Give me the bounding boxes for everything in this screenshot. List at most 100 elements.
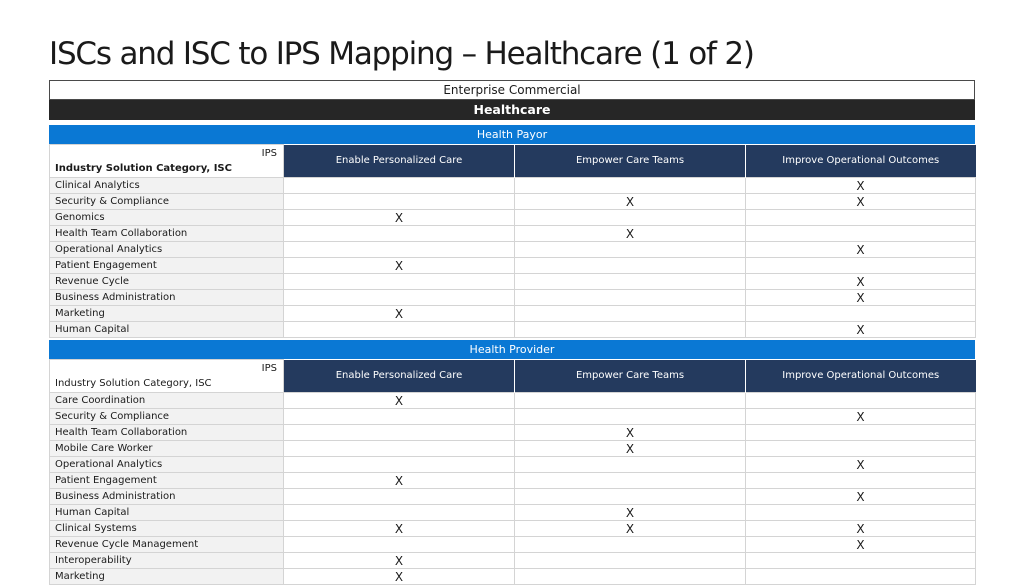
mapping-cell (514, 488, 746, 505)
mapping-cell (745, 209, 976, 226)
column-header: Enable Personalized Care (283, 359, 515, 393)
mapping-cell: X (514, 424, 746, 441)
mapping-cell (514, 552, 746, 569)
isc-row-label: Mobile Care Worker (49, 440, 284, 457)
table-row: Human Capital X (49, 504, 976, 521)
mapping-cell (745, 504, 976, 521)
isc-row-label: Marketing (49, 305, 284, 322)
table-row: Marketing X (49, 305, 976, 322)
column-header: Empower Care Teams (514, 359, 746, 393)
mapping-cell: X (745, 289, 976, 306)
mapping-cell (745, 392, 976, 409)
mapping-cell (745, 552, 976, 569)
mapping-cell: X (514, 440, 746, 457)
mapping-cell: X (283, 520, 515, 537)
isc-row-label: Security & Compliance (49, 408, 284, 425)
table-row: Clinical Systems X X X (49, 520, 976, 537)
isc-row-label: Health Team Collaboration (49, 225, 284, 242)
mapping-cell (283, 424, 515, 441)
column-header: Improve Operational Outcomes (745, 144, 976, 178)
page-title: ISCs and ISC to IPS Mapping – Healthcare… (49, 36, 755, 72)
table-row: Genomics X (49, 209, 976, 226)
mapping-cell: X (745, 456, 976, 473)
mapping-cell: X (283, 568, 515, 585)
mapping-cell (514, 408, 746, 425)
mapping-cell: X (283, 472, 515, 489)
column-header: Empower Care Teams (514, 144, 746, 178)
mapping-cell: X (514, 225, 746, 242)
table-row: Operational Analytics X (49, 456, 976, 473)
table-header-corner: IPS Industry Solution Category, ISC (49, 359, 284, 393)
isc-row-label: Health Team Collaboration (49, 424, 284, 441)
segment-banner: Enterprise Commercial (49, 80, 975, 100)
mapping-cell (514, 289, 746, 306)
isc-row-label: Marketing (49, 568, 284, 585)
mapping-cell: X (283, 209, 515, 226)
mapping-cell (514, 568, 746, 585)
mapping-cell (514, 257, 746, 274)
mapping-cell: X (745, 273, 976, 290)
isc-row-label: Operational Analytics (49, 456, 284, 473)
mapping-cell (283, 440, 515, 457)
isc-row-label: Human Capital (49, 321, 284, 338)
mapping-cell: X (283, 552, 515, 569)
mapping-cell (283, 408, 515, 425)
isc-row-label: Genomics (49, 209, 284, 226)
mapping-cell: X (745, 408, 976, 425)
mapping-cell: X (745, 536, 976, 553)
isc-row-label: Clinical Analytics (49, 177, 284, 194)
isc-row-label: Operational Analytics (49, 241, 284, 258)
mapping-cell: X (745, 193, 976, 210)
mapping-cell (283, 536, 515, 553)
column-header: Improve Operational Outcomes (745, 359, 976, 393)
mapping-cell: X (514, 504, 746, 521)
isc-row-label: Clinical Systems (49, 520, 284, 537)
table-row: Business Administration X (49, 289, 976, 306)
table-row: Human Capital X (49, 321, 976, 338)
section-header: Health Provider (49, 340, 975, 359)
isc-row-label: Interoperability (49, 552, 284, 569)
table-row: Health Team Collaboration X (49, 424, 976, 441)
table-row: Business Administration X (49, 488, 976, 505)
table-row: Security & Compliance X (49, 408, 976, 425)
table-row: Operational Analytics X (49, 241, 976, 258)
mapping-cell (283, 488, 515, 505)
mapping-cell (514, 456, 746, 473)
mapping-cell (514, 472, 746, 489)
mapping-cell (283, 456, 515, 473)
mapping-cell: X (283, 392, 515, 409)
isc-row-label: Business Administration (49, 289, 284, 306)
mapping-cell: X (283, 305, 515, 322)
mapping-cell (514, 209, 746, 226)
mapping-cell (283, 289, 515, 306)
isc-row-label: Revenue Cycle (49, 273, 284, 290)
table-row: Interoperability X (49, 552, 976, 569)
isc-row-label: Care Coordination (49, 392, 284, 409)
table-row: Patient Engagement X (49, 472, 976, 489)
mapping-cell (745, 472, 976, 489)
mapping-cell (283, 193, 515, 210)
mapping-cell (283, 321, 515, 338)
table-row: Revenue Cycle Management X (49, 536, 976, 553)
mapping-cell: X (745, 321, 976, 338)
health-provider-section: Health Provider IPS Industry Solution Ca… (49, 340, 976, 585)
mapping-cell (514, 392, 746, 409)
isc-row-label: Patient Engagement (49, 472, 284, 489)
mapping-cell (283, 273, 515, 290)
column-header: Enable Personalized Care (283, 144, 515, 178)
mapping-cell: X (745, 177, 976, 194)
mapping-cell (745, 424, 976, 441)
mapping-cell (745, 305, 976, 322)
mapping-cell (514, 321, 746, 338)
table-row: Clinical Analytics X (49, 177, 976, 194)
table-row: Patient Engagement X (49, 257, 976, 274)
health-payor-section: Health Payor IPS Industry Solution Categ… (49, 125, 976, 338)
mapping-cell (283, 241, 515, 258)
mapping-cell: X (283, 257, 515, 274)
isc-row-label: Security & Compliance (49, 193, 284, 210)
mapping-cell (283, 225, 515, 242)
ips-label: IPS (261, 148, 277, 159)
mapping-cell: X (514, 520, 746, 537)
mapping-cell (514, 305, 746, 322)
isc-label: Industry Solution Category, ISC (55, 378, 212, 389)
